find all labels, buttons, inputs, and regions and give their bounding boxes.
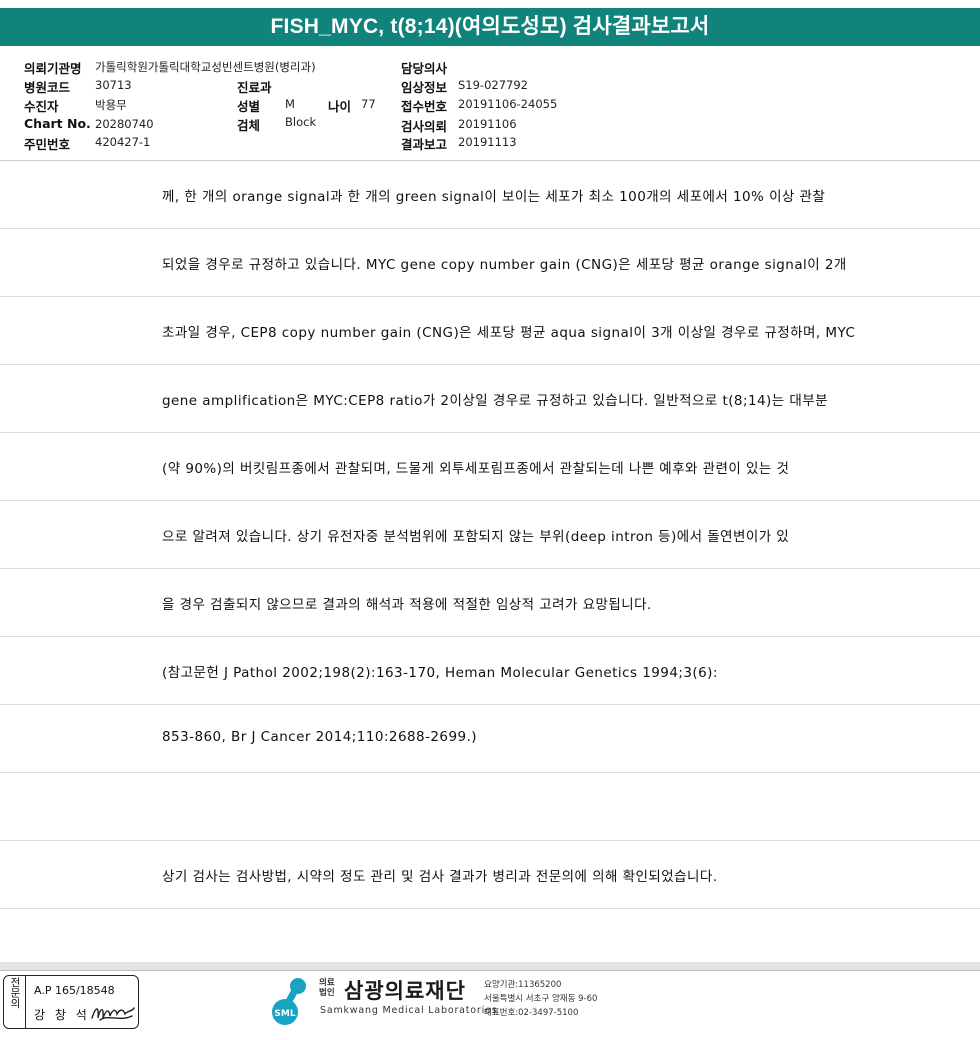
- age-label: 나이: [328, 99, 352, 114]
- hospital-code-value: 30713: [95, 78, 132, 92]
- org-code: 요양기관:11365200: [484, 980, 562, 990]
- sex-label: 성별: [237, 99, 261, 114]
- body-line: 초과일 경우, CEP8 copy number gain (CNG)은 세포당…: [0, 297, 980, 365]
- report-title: FISH_MYC, t(8;14)(여의도성모) 검사결과보고서: [0, 8, 980, 46]
- sex-value: M: [285, 97, 295, 111]
- logo-mark-text: SML: [274, 1009, 295, 1019]
- signature-icon: [91, 1007, 135, 1021]
- resident-value: 420427-1: [95, 135, 151, 149]
- patient-value: 박용무: [95, 98, 127, 112]
- org-phone: 대표번호:02-3497-5100: [484, 1008, 579, 1018]
- body-line: 되었을 경우로 규정하고 있습니다. MYC gene copy number …: [0, 229, 980, 297]
- report-label: 결과보고: [401, 137, 448, 152]
- request-value: 20191106: [458, 117, 517, 131]
- body-line: 으로 알려져 있습니다. 상기 유전자중 분석범위에 포함되지 않는 부위(de…: [0, 501, 980, 569]
- sml-logo-icon: SML: [272, 978, 306, 1025]
- specimen-value: Block: [285, 115, 317, 129]
- footer-divider: [0, 970, 980, 971]
- stamp-doctor-name: 강 창 석: [34, 1008, 90, 1022]
- doctor-label: 담당의사: [401, 61, 448, 76]
- body-line-empty: [0, 773, 980, 841]
- org-english-name: Samkwang Medical Laboratories: [320, 1005, 498, 1016]
- confirmation-line: 상기 검사는 검사방법, 시약의 정도 관리 및 검사 결과가 병리과 전문의에…: [0, 841, 980, 909]
- specimen-label: 검체: [237, 118, 261, 133]
- patient-info-section: 의뢰기관명 가톨릭학원가톨릭대학교성빈센트병원(병리과) 담당의사 병원코드 3…: [0, 54, 980, 154]
- chart-value: 20280740: [95, 117, 154, 131]
- body-line: 을 경우 검출되지 않으므로 결과의 해석과 적용에 적절한 임상적 고려가 요…: [0, 569, 980, 637]
- report-value: 20191113: [458, 135, 517, 149]
- body-line: (참고문헌 J Pathol 2002;198(2):163-170, Hema…: [0, 637, 980, 705]
- patient-label: 수진자: [24, 99, 59, 114]
- stamp-vertical-text: 전문의: [9, 977, 21, 1009]
- hospital-label: 의뢰기관명: [24, 61, 82, 76]
- sml-logo: SML: [270, 975, 318, 1031]
- hospital-value: 가톨릭학원가톨릭대학교성빈센트병원(병리과): [95, 60, 316, 74]
- body-line: 께, 한 개의 orange signal과 한 개의 green signal…: [0, 161, 980, 229]
- hospital-code-label: 병원코드: [24, 80, 71, 95]
- stamp-ap-number: A.P 165/18548: [34, 984, 115, 997]
- resident-label: 주민번호: [24, 137, 71, 152]
- department-label: 진료과: [237, 80, 272, 95]
- chart-label: Chart No.: [24, 116, 91, 131]
- request-label: 검사의뢰: [401, 119, 448, 134]
- org-type: 의료법인: [319, 978, 335, 998]
- org-address: 서울특별시 서초구 양재동 9-60: [484, 994, 598, 1004]
- body-line: 853-860, Br J Cancer 2014;110:2688-2699.…: [0, 705, 980, 773]
- report-body: 께, 한 개의 orange signal과 한 개의 green signal…: [0, 161, 980, 909]
- org-name: 삼광의료재단: [344, 979, 466, 1003]
- receipt-label: 접수번호: [401, 99, 448, 114]
- stamp-vertical-label: 전문의: [4, 976, 26, 1028]
- receipt-value: 20191106-24055: [458, 97, 558, 111]
- specialist-stamp: 전문의 A.P 165/18548 강 창 석: [3, 975, 139, 1029]
- body-line: gene amplification은 MYC:CEP8 ratio가 2이상일…: [0, 365, 980, 433]
- clinical-label: 임상정보: [401, 80, 448, 95]
- age-value: 77: [361, 97, 376, 111]
- footer-band: [0, 962, 980, 970]
- body-line: (약 90%)의 버킷림프종에서 관찰되며, 드물게 외투세포림프종에서 관찰되…: [0, 433, 980, 501]
- clinical-value: S19-027792: [458, 78, 528, 92]
- org-contact-info: 요양기관:11365200 서울특별시 서초구 양재동 9-60 대표번호:02…: [484, 978, 597, 1020]
